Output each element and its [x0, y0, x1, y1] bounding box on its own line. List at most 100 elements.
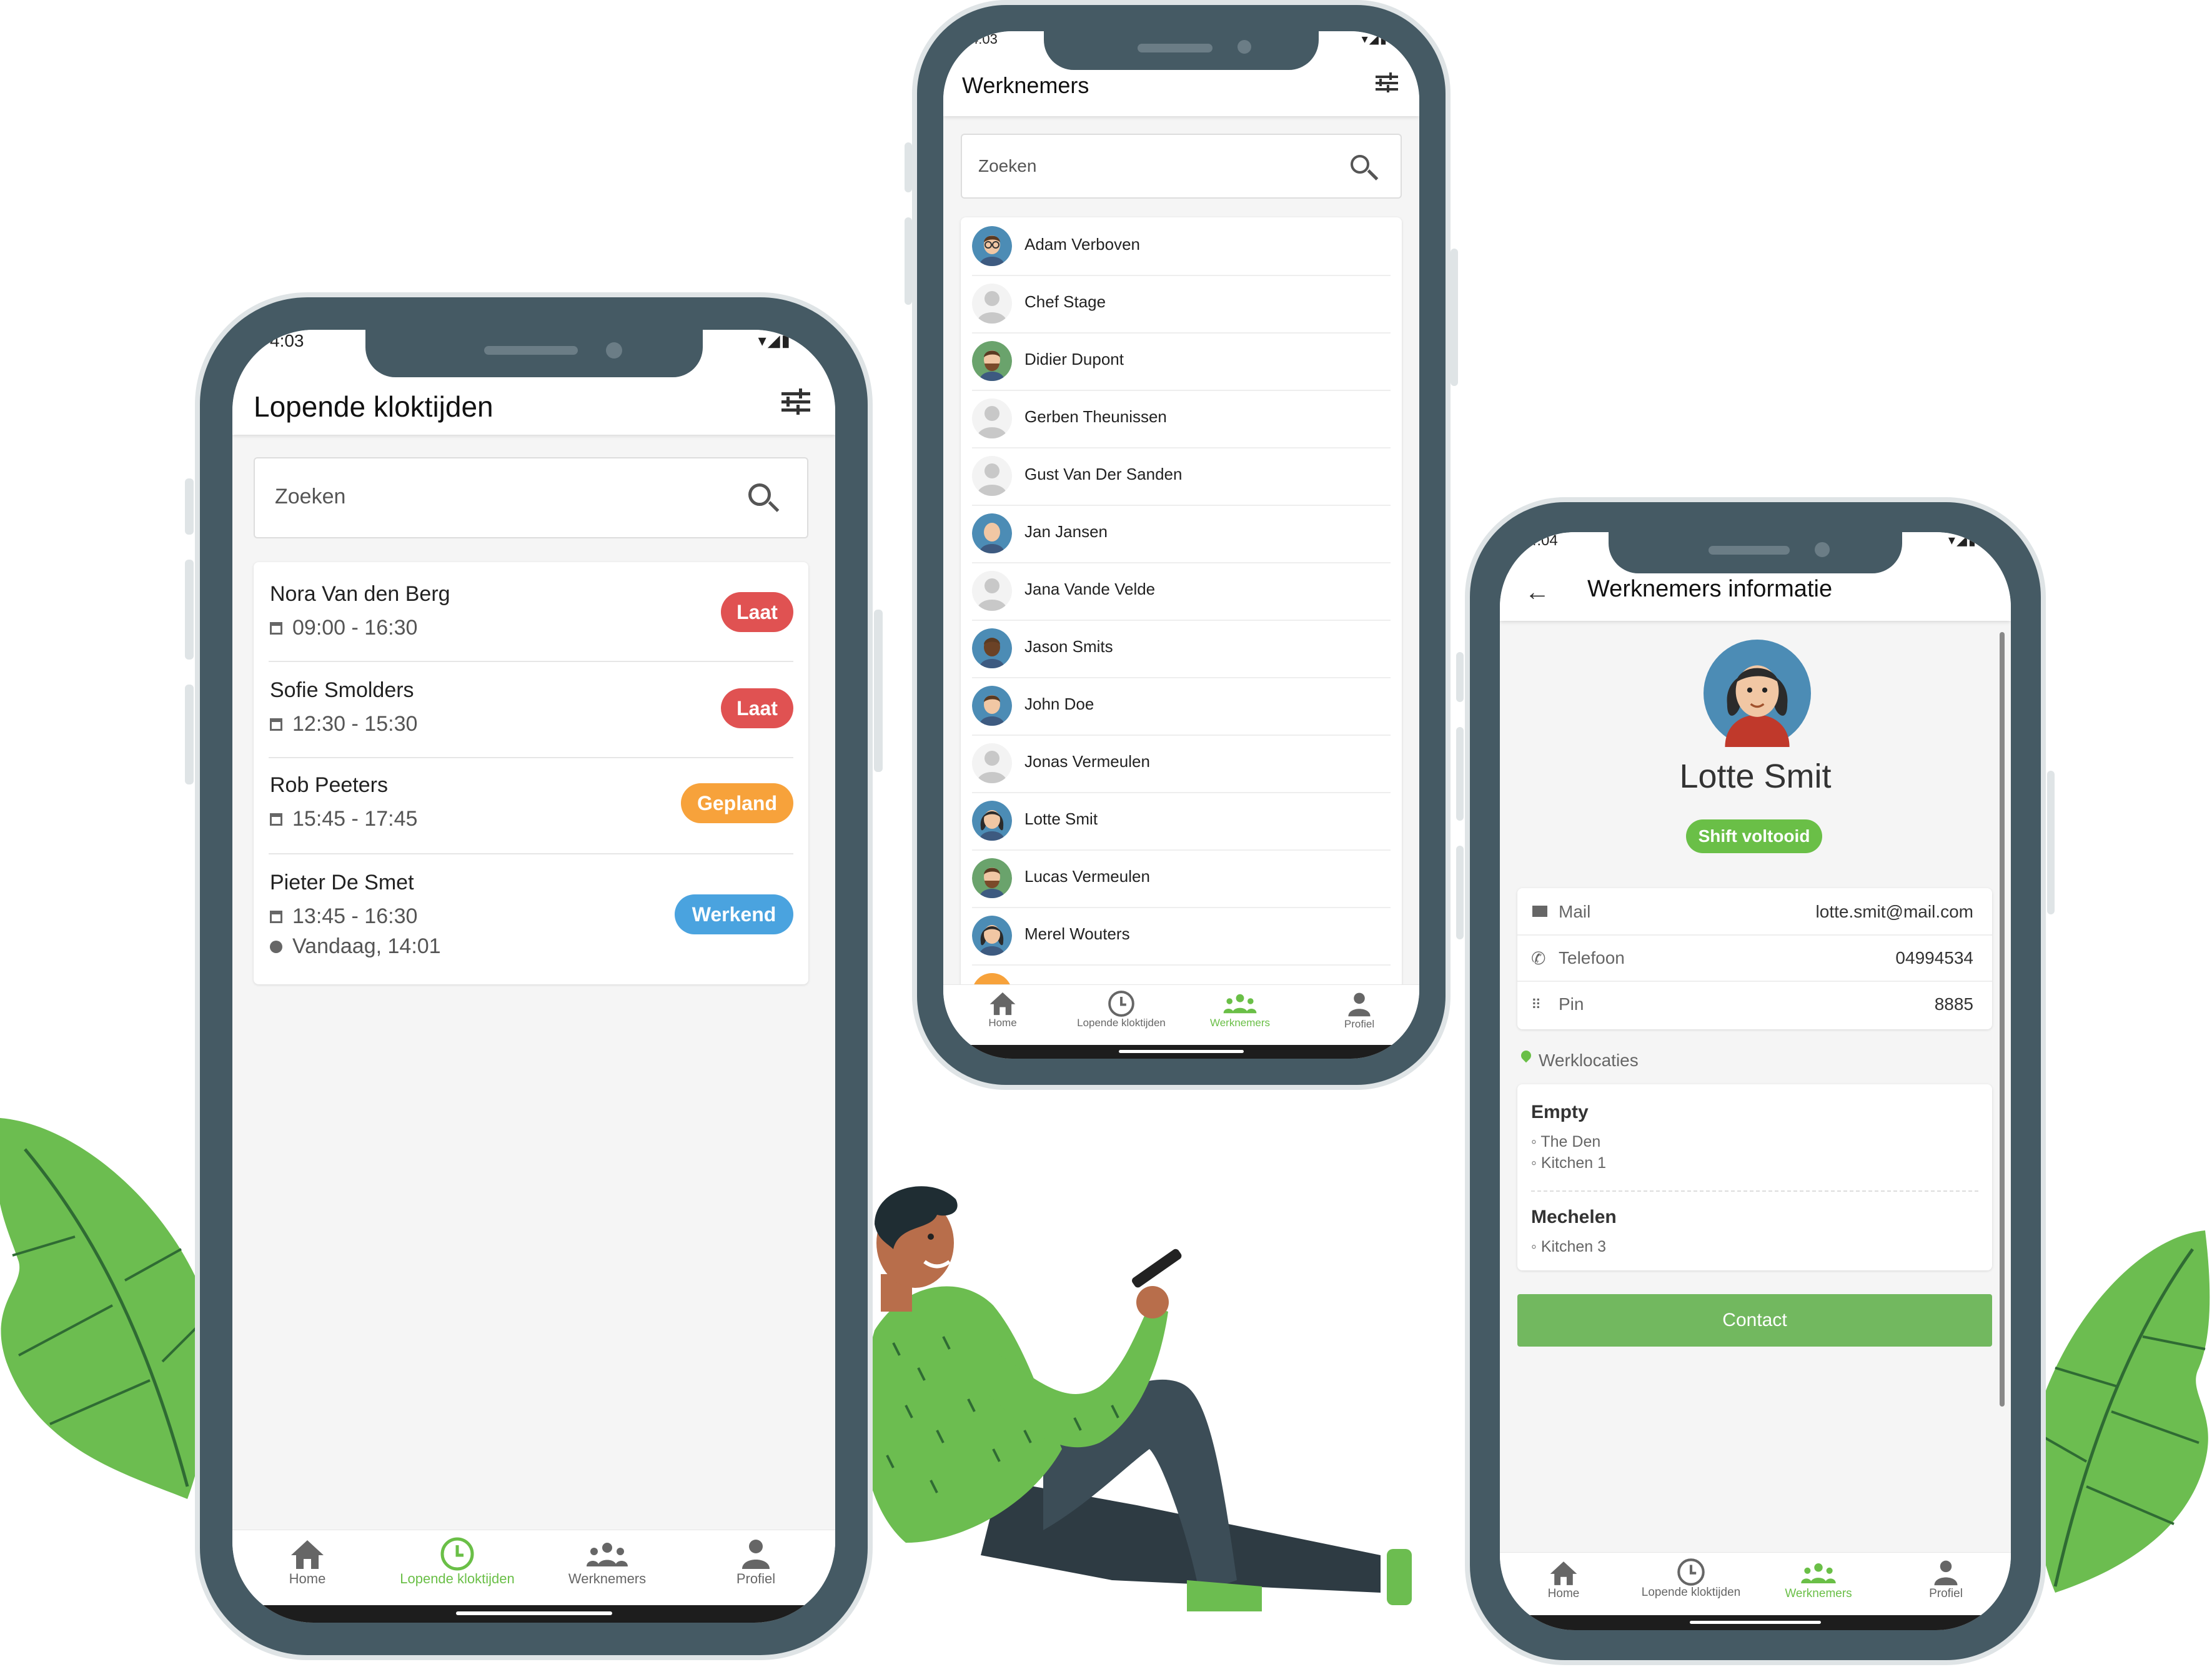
nav-profiel[interactable]: Profiel [1882, 1553, 2010, 1615]
list-item[interactable]: Sofie Smolders 12:30 - 15:30 Laat [254, 662, 808, 757]
search-icon[interactable] [748, 483, 771, 506]
contact-info-card: Mail lotte.smit@mail.com ✆ Telefoon 0499… [1517, 888, 1992, 1029]
calendar-icon [270, 718, 282, 731]
status-time: 4:04 [1529, 532, 1558, 549]
nav-profiel[interactable]: Profiel [682, 1530, 830, 1605]
back-arrow-icon[interactable]: ← [1525, 578, 1550, 606]
nav-label: Home [988, 1017, 1017, 1029]
shoe-back [1387, 1549, 1412, 1605]
nav-werknemers[interactable]: Werknemers [1755, 1553, 1882, 1615]
clock-in-time: Vandaag, 14:01 [292, 934, 441, 958]
employee-name: Didier Dupont [1024, 350, 1124, 369]
employee-name: Sofie Smolders [270, 678, 414, 702]
status-icons: ▾◢▮ [1948, 532, 1977, 548]
avatar [972, 456, 1012, 496]
avatar [972, 226, 1012, 266]
list-item[interactable]: Lotte Smit [972, 792, 1391, 851]
nav-lopende-kloktijden[interactable]: Lopende kloktijden [382, 1530, 532, 1605]
nav-werknemers[interactable]: Werknemers [532, 1530, 682, 1605]
contact-button[interactable]: Contact [1517, 1294, 1992, 1347]
list-item[interactable]: Adam Verboven [972, 217, 1391, 276]
stopwatch-icon [270, 941, 282, 953]
section-title: Werklocaties [1539, 1051, 1639, 1070]
search-input[interactable]: Zoeken [254, 457, 808, 538]
employee-name: Rob Peeters [270, 773, 388, 797]
nav-home[interactable]: Home [1500, 1553, 1627, 1615]
nav-home[interactable]: Home [943, 985, 1062, 1045]
list-item[interactable]: Jonas Vermeulen [972, 735, 1391, 793]
nav-label: Profiel [1344, 1018, 1375, 1030]
nav-lopende-kloktijden[interactable]: Lopende kloktijden [1627, 1553, 1755, 1615]
info-row-mail: Mail lotte.smit@mail.com [1517, 888, 1992, 936]
nav-lopende-kloktijden[interactable]: Lopende kloktijden [1062, 985, 1181, 1045]
dialpad-icon: ⠿ [1531, 997, 1541, 1012]
employee-name: Jana Vande Velde [1024, 580, 1156, 598]
list-item[interactable]: Pieter De Smet 13:45 - 16:30 Vandaag, 14… [254, 854, 808, 984]
list-item[interactable]: Merel Wouters [972, 907, 1391, 966]
home-icon [291, 1540, 324, 1569]
list-item[interactable]: John Doe [972, 677, 1391, 736]
list-item[interactable]: Jason Smits [972, 620, 1391, 678]
person-icon [1934, 1560, 1958, 1586]
avatar [972, 513, 1012, 553]
status-icons: ▾◢▮ [1361, 32, 1388, 46]
status-time: 4:03 [270, 331, 304, 350]
nav-profiel[interactable]: Profiel [1299, 985, 1419, 1045]
info-value[interactable]: 04994534 [1895, 948, 1973, 968]
location-item: ◦ Kitchen 1 [1531, 1154, 1607, 1172]
person-illustration [861, 1186, 1412, 1611]
locations-card: Empty ◦ The Den ◦ Kitchen 1 Mechelen ◦ K… [1517, 1084, 1992, 1270]
info-label: Pin [1559, 994, 1584, 1014]
people-icon [1801, 1563, 1836, 1583]
leaf-left-illustration [0, 1118, 212, 1499]
people-icon [1223, 994, 1257, 1014]
list-item[interactable]: Gerben Theunissen [972, 390, 1391, 448]
list-item[interactable]: Lucas Vermeulen [972, 849, 1391, 908]
nav-label: Werknemers [568, 1571, 647, 1586]
avatar [972, 916, 1012, 956]
list-item[interactable]: Rob Peeters 15:45 - 17:45 Gepland [254, 758, 808, 853]
nav-home[interactable]: Home [232, 1530, 382, 1605]
person-icon [1348, 992, 1371, 1017]
search-placeholder: Zoeken [978, 156, 1037, 176]
scrollbar[interactable] [2000, 632, 2005, 1407]
status-badge: Shift voltooid [1686, 819, 1822, 853]
list-item[interactable]: Didier Dupont [972, 332, 1391, 391]
nav-werknemers[interactable]: Werknemers [1181, 985, 1299, 1045]
notch [1044, 31, 1319, 70]
employee-list: Adam Verboven Chef Stage Didier Dupont Gerb… [961, 217, 1402, 1004]
person-icon [742, 1540, 770, 1569]
status-time: 4:03 [971, 31, 998, 47]
employee-name: Jan Jansen [1024, 522, 1108, 541]
list-item[interactable]: Jan Jansen [972, 505, 1391, 563]
list-item[interactable]: Jana Vande Velde [972, 562, 1391, 621]
employee-name: Gerben Theunissen [1024, 407, 1167, 426]
location-name: Empty [1531, 1102, 1589, 1122]
employee-name: John Doe [1024, 695, 1094, 713]
employee-name: Lotte Smit [1679, 758, 1832, 795]
phone-werknemers: 4:03 ▾◢▮ Werknemers Zoeken Adam Verboven… [905, 0, 1458, 1090]
filter-icon[interactable] [1376, 72, 1398, 94]
list-item[interactable]: Gust Van Der Sanden [972, 447, 1391, 506]
filter-icon[interactable] [781, 388, 810, 415]
home-indicator [232, 1605, 835, 1623]
search-icon[interactable] [1351, 155, 1369, 174]
page-title: Lopende kloktijden [254, 390, 493, 423]
bottom-navigation: Home Lopende kloktijden Werknemers Profi… [943, 984, 1419, 1045]
status-icons: ▾◢▮ [758, 331, 791, 350]
avatar [972, 628, 1012, 668]
info-value[interactable]: lotte.smit@mail.com [1816, 902, 1973, 922]
avatar [972, 571, 1012, 611]
mail-icon [1532, 906, 1547, 917]
time-range: 09:00 - 16:30 [292, 616, 418, 640]
list-item[interactable]: Chef Stage [972, 275, 1391, 334]
location-pin-icon [1519, 1048, 1534, 1063]
page-title: Werknemers [962, 72, 1089, 98]
employee-name: Chef Stage [1024, 292, 1106, 311]
status-badge: Laat [721, 688, 793, 728]
phone-werknemers-informatie: 4:04 ▾◢▮ ← Werknemers informatie Lotte S… [1456, 497, 2055, 1665]
list-item[interactable]: Nora Van den Berg 09:00 - 16:30 Laat [254, 562, 808, 661]
search-input[interactable]: Zoeken [961, 134, 1402, 199]
employee-name: Jason Smits [1024, 637, 1113, 656]
status-badge: Gepland [681, 783, 793, 823]
